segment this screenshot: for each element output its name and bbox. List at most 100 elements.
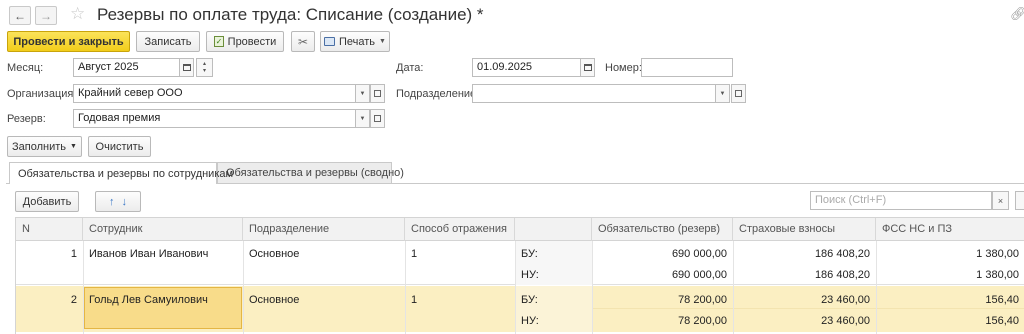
nu-label: НУ: [521, 315, 539, 327]
obligation-nu-cell[interactable]: 78 200,00 [592, 310, 733, 332]
col-account-type[interactable] [515, 218, 592, 241]
arrow-up-icon[interactable]: ↑ [109, 196, 115, 208]
clear-button[interactable]: Очистить [88, 136, 151, 157]
nu-label: НУ: [521, 269, 539, 281]
division-cell[interactable]: Основное [243, 289, 405, 311]
chevron-down-icon: ▼ [359, 115, 366, 122]
back-button[interactable]: ← [9, 6, 31, 25]
date-calendar-button[interactable] [580, 58, 595, 77]
insurance-nu-cell[interactable]: 23 460,00 [733, 310, 876, 332]
fill-button-label: Заполнить [12, 140, 67, 153]
post-button[interactable]: ✓ Провести [206, 31, 284, 52]
post-and-close-button[interactable]: Провести и закрыть [7, 31, 130, 52]
print-button[interactable]: Печать ▼ [320, 31, 390, 52]
open-form-icon [374, 90, 381, 97]
column-divider [405, 241, 406, 334]
month-spin-button[interactable]: ▴ ▾ [196, 58, 213, 77]
date-field[interactable]: 01.09.2025 [472, 58, 581, 77]
col-obligation[interactable]: Обязательство (резерв) [592, 218, 733, 241]
organization-dropdown-button[interactable]: ▼ [355, 84, 370, 103]
column-divider [876, 241, 877, 334]
month-field[interactable]: Август 2025 [73, 58, 180, 77]
fss-bu-cell[interactable]: 1 380,00 [876, 243, 1024, 265]
post-doc-icon: ✓ [213, 36, 224, 47]
spin-up-icon: ▴ [202, 60, 206, 67]
organization-field[interactable]: Крайний север ООО [73, 84, 356, 103]
number-label: Номер: [605, 62, 642, 74]
bu-label: БУ: [521, 294, 538, 306]
attach-button[interactable]: ✂ [291, 31, 315, 52]
chevron-down-icon: ▼ [359, 90, 366, 97]
calendar-icon [583, 64, 592, 71]
method-cell[interactable]: 1 [405, 289, 515, 311]
col-division[interactable]: Подразделение [243, 218, 405, 241]
organization-open-button[interactable] [370, 84, 385, 103]
page-title: Резервы по оплате труда: Списание (созда… [97, 5, 484, 24]
organization-label: Организация: [7, 88, 77, 100]
insurance-bu-cell[interactable]: 186 408,20 [733, 243, 876, 265]
col-fss[interactable]: ФСС НС и ПЗ [876, 218, 1024, 241]
bu-label: БУ: [521, 248, 538, 260]
calendar-button[interactable] [179, 58, 194, 77]
col-method[interactable]: Способ отражения [405, 218, 515, 241]
arrow-left-icon: ← [14, 8, 26, 23]
month-label: Месяц: [7, 62, 44, 74]
chevron-down-icon: ▼ [379, 38, 386, 45]
open-form-icon [374, 115, 381, 122]
employee-cell[interactable]: Гольд Лев Самуилович [83, 289, 243, 311]
division-cell[interactable]: Основное [243, 243, 405, 265]
division-dropdown-button[interactable]: ▼ [715, 84, 730, 103]
col-insurance[interactable]: Страховые взносы [733, 218, 876, 241]
employee-cell[interactable]: Иванов Иван Иванович [83, 243, 243, 265]
calendar-icon [182, 64, 191, 71]
print-button-label: Печать [339, 35, 376, 48]
column-divider [243, 241, 244, 334]
division-open-button[interactable] [731, 84, 746, 103]
division-field[interactable] [472, 84, 716, 103]
column-divider [733, 241, 734, 334]
column-divider [83, 241, 84, 334]
spin-down-icon: ▾ [202, 67, 206, 74]
column-divider [515, 241, 516, 334]
printer-icon [324, 37, 335, 46]
obligation-bu-cell[interactable]: 78 200,00 [592, 289, 733, 311]
col-n[interactable]: N [16, 218, 83, 241]
column-divider [592, 241, 593, 334]
arrow-right-icon: → [40, 8, 52, 23]
method-cell[interactable]: 1 [405, 243, 515, 265]
reserve-dropdown-button[interactable]: ▼ [355, 109, 370, 128]
fss-nu-cell[interactable]: 1 380,00 [876, 264, 1024, 286]
add-row-button[interactable]: Добавить [15, 191, 79, 212]
reserve-field[interactable]: Годовая премия [73, 109, 356, 128]
col-employee[interactable]: Сотрудник [83, 218, 243, 241]
fss-bu-cell[interactable]: 156,40 [876, 289, 1024, 311]
insurance-bu-cell[interactable]: 23 460,00 [733, 289, 876, 311]
employees-table: N Сотрудник Подразделение Способ отражен… [15, 217, 1024, 334]
obligation-nu-cell[interactable]: 690 000,00 [592, 264, 733, 286]
tab-employees[interactable]: Обязательства и резервы по сотрудникам [9, 162, 233, 184]
arrow-down-icon[interactable]: ↓ [122, 196, 128, 208]
chevron-down-icon: ▼ [70, 143, 77, 150]
move-buttons[interactable]: ↑ ↓ [95, 191, 141, 212]
insurance-nu-cell[interactable]: 186 408,20 [733, 264, 876, 286]
post-button-label: Провести [227, 35, 277, 48]
obligation-bu-cell[interactable]: 690 000,00 [592, 243, 733, 265]
chevron-down-icon: ▼ [719, 90, 726, 97]
row-number: 2 [70, 294, 77, 306]
number-field[interactable] [641, 58, 733, 77]
search-options-button[interactable] [1015, 191, 1024, 210]
row-number: 1 [70, 248, 77, 260]
search-input[interactable]: Поиск (Ctrl+F) [810, 191, 992, 210]
paperclip-icon: ✂ [297, 34, 309, 49]
reserve-open-button[interactable] [370, 109, 385, 128]
search-clear-button[interactable]: × [992, 191, 1009, 210]
save-button[interactable]: Записать [136, 31, 200, 52]
fill-button[interactable]: Заполнить ▼ [7, 136, 82, 157]
reserve-label: Резерв: [7, 113, 46, 125]
link-icon[interactable]: 🔗︎ [1010, 6, 1024, 22]
star-icon[interactable]: ☆ [70, 4, 85, 24]
forward-button[interactable]: → [35, 6, 57, 25]
fss-nu-cell[interactable]: 156,40 [876, 310, 1024, 332]
open-form-icon [735, 90, 742, 97]
tab-summary[interactable]: Обязательства и резервы (сводно) [217, 162, 404, 183]
